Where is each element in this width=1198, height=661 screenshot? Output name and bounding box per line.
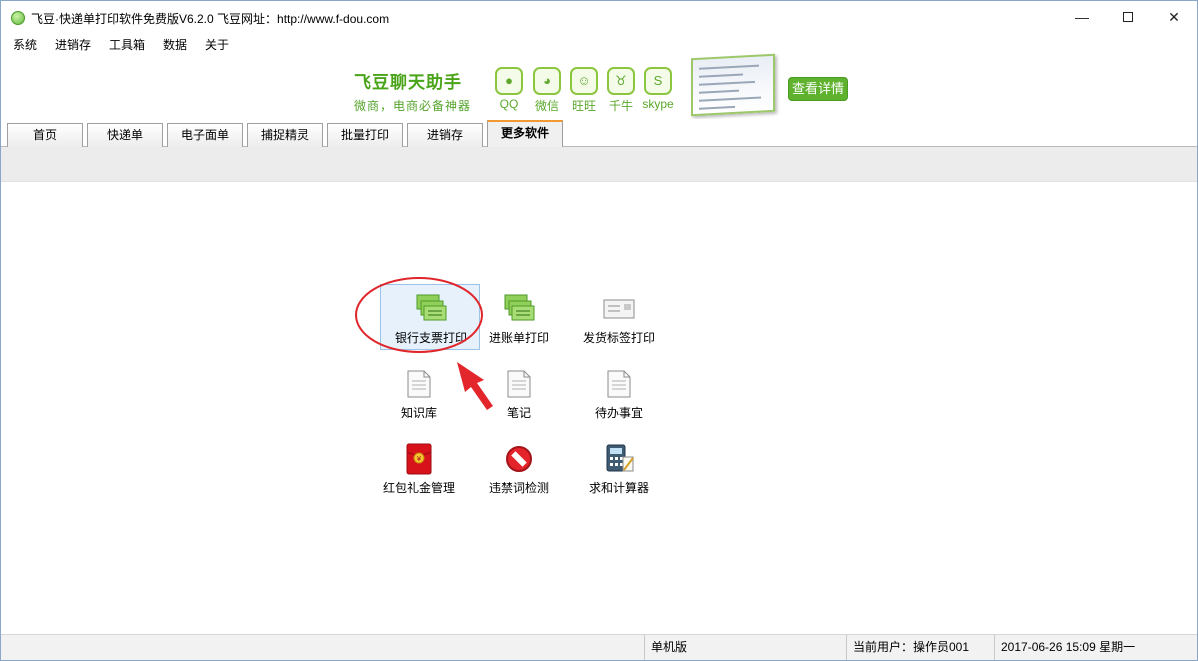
menu-inventory[interactable]: 进销存	[55, 36, 91, 53]
notes-icon	[507, 370, 531, 398]
qianniu-icon: ♉	[607, 67, 635, 95]
skype-icon: S	[644, 67, 672, 95]
svg-text:¥: ¥	[417, 455, 422, 463]
status-mode: 单机版	[644, 635, 846, 660]
deposit-slip-icon	[504, 294, 535, 321]
knowledge-base-icon	[407, 370, 431, 398]
menu-data[interactable]: 数据	[163, 36, 187, 53]
tab-e-waybill[interactable]: 电子面单	[167, 123, 243, 147]
ad-banner[interactable]: 飞豆聊天助手 微商，电商必备神器 ● QQ ◕ 微信 ☺ 旺旺 ♉ 千牛 S s…	[1, 53, 1197, 119]
tool-notes[interactable]: 笔记	[469, 360, 569, 426]
menu-bar: 系统 进销存 工具箱 数据 关于	[1, 33, 1197, 53]
title-bar[interactable]: 飞豆·快递单打印软件免费版V6.2.0 飞豆网址：http://www.f-do…	[1, 1, 1197, 33]
tool-shipping-label-print[interactable]: 发货标签打印	[569, 285, 669, 351]
more-software-panel: 银行支票打印 进账单打印 发货标签打印 知识库 笔记 待办事宜 ¥ 红包礼金管理…	[1, 182, 1197, 634]
tool-deposit-slip-print[interactable]: 进账单打印	[469, 285, 569, 351]
red-envelope-icon: ¥	[406, 443, 432, 475]
status-bar: 单机版 当前用户：操作员001 2017-06-26 15:09 星期一	[1, 634, 1197, 660]
maximize-icon	[1123, 11, 1133, 22]
tool-bank-cheque-print[interactable]: 银行支票打印	[380, 284, 480, 350]
tool-todo[interactable]: 待办事宜	[569, 360, 669, 426]
todo-icon	[607, 370, 631, 398]
banner-app-skype: S skype	[641, 67, 675, 111]
menu-system[interactable]: 系统	[13, 36, 37, 53]
close-button[interactable]: ✕	[1151, 1, 1197, 33]
maximize-button[interactable]	[1105, 1, 1151, 33]
product-screenshot-thumbnail	[691, 53, 775, 117]
qq-icon: ●	[495, 67, 523, 95]
tool-red-envelope-manager[interactable]: ¥ 红包礼金管理	[369, 435, 469, 501]
menu-toolbox[interactable]: 工具箱	[109, 36, 145, 53]
shipping-label-icon	[603, 299, 635, 319]
banner-title: 飞豆聊天助手	[354, 73, 462, 92]
wangwang-icon: ☺	[570, 67, 598, 95]
app-logo-icon	[11, 11, 25, 25]
banner-subtitle: 微商，电商必备神器	[354, 99, 472, 113]
calculator-icon	[606, 444, 634, 472]
minimize-button[interactable]: —	[1059, 1, 1105, 33]
view-details-button[interactable]: 查看详情	[788, 77, 848, 101]
banner-app-wangwang: ☺ 旺旺	[567, 67, 601, 114]
tool-forbidden-words-check[interactable]: 违禁词检测	[469, 435, 569, 501]
banner-app-qq: ● QQ	[492, 67, 526, 111]
window-title: 飞豆·快递单打印软件免费版V6.2.0 飞豆网址：http://www.f-do…	[31, 12, 390, 26]
banner-app-qianniu: ♉ 千牛	[604, 67, 638, 114]
tab-more-software[interactable]: 更多软件	[487, 120, 563, 148]
menu-about[interactable]: 关于	[205, 36, 229, 53]
tab-inventory[interactable]: 进销存	[407, 123, 483, 147]
wechat-icon: ◕	[533, 67, 561, 95]
tool-sum-calculator[interactable]: 求和计算器	[569, 435, 669, 501]
tab-capture-wizard[interactable]: 捕捉精灵	[247, 123, 323, 147]
tab-home[interactable]: 首页	[7, 123, 83, 147]
app-window: 飞豆·快递单打印软件免费版V6.2.0 飞豆网址：http://www.f-do…	[0, 0, 1198, 661]
status-datetime: 2017-06-26 15:09 星期一	[994, 635, 1197, 660]
tab-express-form[interactable]: 快递单	[87, 123, 163, 147]
main-tab-bar: 首页 快递单 电子面单 捕捉精灵 批量打印 进销存 更多软件	[1, 119, 1197, 148]
bank-cheque-icon	[416, 294, 447, 321]
banner-app-wechat: ◕ 微信	[530, 67, 564, 114]
toolbar-strip	[1, 147, 1197, 182]
tab-batch-print[interactable]: 批量打印	[327, 123, 403, 147]
tool-knowledge-base[interactable]: 知识库	[369, 360, 469, 426]
forbidden-words-icon	[506, 446, 532, 472]
status-current-user: 当前用户：操作员001	[846, 635, 994, 660]
